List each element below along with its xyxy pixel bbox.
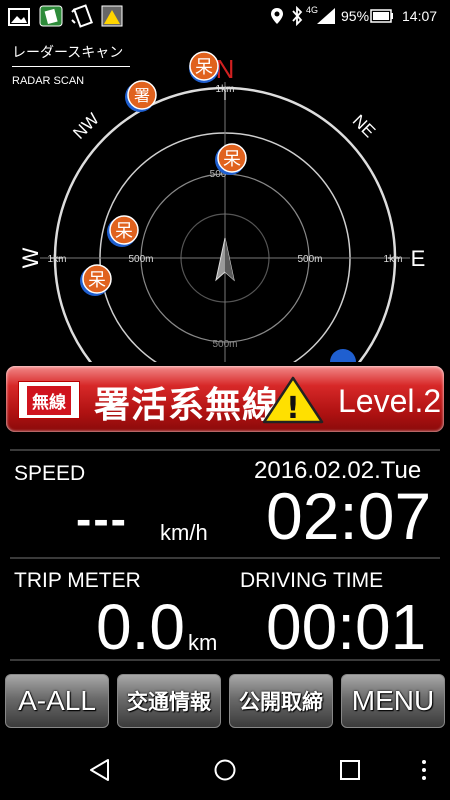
battery-percent: 95% <box>341 8 370 24</box>
alert-level: Level.2 <box>338 383 442 419</box>
driving-time-value: 00:01 <box>266 591 427 663</box>
radar-marker-center-north[interactable]: 呆 <box>215 143 247 175</box>
svg-text:呆: 呆 <box>223 149 241 170</box>
public-enforcement-button[interactable]: 公開取締 <box>229 674 333 728</box>
warning-icon: ! <box>262 376 324 424</box>
app-icon <box>39 5 63 27</box>
divider-middle <box>10 557 440 559</box>
radar-title-en: RADAR SCAN <box>12 75 85 87</box>
radar-title-underline <box>12 66 130 67</box>
svg-text:呆: 呆 <box>88 270 106 291</box>
screen-rotate-icon <box>71 4 93 28</box>
home-icon[interactable] <box>213 758 237 782</box>
a-all-button[interactable]: A-ALL <box>5 674 109 728</box>
radar-title: レーダースキャン RADAR SCAN <box>12 42 130 87</box>
speed-unit: km/h <box>160 520 208 545</box>
radio-badge-label: 無線 <box>27 385 71 415</box>
status-bar: 4G 95% 14:07 <box>0 0 450 32</box>
compass-w: W <box>18 247 43 268</box>
alert-title: 署活系無線 <box>94 385 280 426</box>
radar-title-jp: レーダースキャン <box>12 44 124 60</box>
svg-text:!: ! <box>286 391 300 424</box>
divider-top <box>10 449 440 451</box>
navigation-bar <box>0 740 450 800</box>
range-label-right-500m: 500m <box>297 254 322 265</box>
location-icon <box>271 8 283 24</box>
svg-text:呆: 呆 <box>195 57 213 78</box>
radar-marker-west-south[interactable]: 呆 <box>80 264 112 296</box>
divider-bottom <box>10 659 440 661</box>
compass-nw: NW <box>69 109 102 142</box>
trip-meter-value: 0.0 <box>96 591 185 663</box>
range-label-left-1km: 1km <box>48 254 67 265</box>
radar-marker-north[interactable]: 呆 <box>189 51 219 83</box>
range-label-left-500m: 500m <box>128 254 153 265</box>
trip-meter-unit: km <box>188 630 218 655</box>
compass-e: E <box>411 246 426 271</box>
traffic-info-button-label: 交通情報 <box>127 691 211 714</box>
svg-text:呆: 呆 <box>115 221 133 242</box>
clock-display: 02:07 <box>266 479 432 553</box>
radar-marker-south[interactable] <box>330 349 356 362</box>
menu-button[interactable]: MENU <box>341 674 445 728</box>
alert-banner[interactable]: 無線 署活系無線 ! Level.2 <box>6 366 444 432</box>
a-all-button-label: A-ALL <box>18 685 96 716</box>
notification-app-icon <box>101 5 123 27</box>
public-enforcement-button-label: 公開取締 <box>239 691 323 714</box>
range-label-bottom-500m: 500m <box>212 339 237 350</box>
more-options-icon[interactable] <box>420 758 428 782</box>
speed-value: --- <box>76 493 128 545</box>
compass-ne: NE <box>349 111 379 141</box>
recent-apps-icon[interactable] <box>339 759 361 781</box>
svg-text:署: 署 <box>134 86 150 105</box>
back-icon[interactable] <box>88 758 112 782</box>
speed-label: SPEED <box>14 462 86 485</box>
range-label-top-1km: 1km <box>216 84 235 95</box>
range-label-right-1km: 1km <box>384 254 403 265</box>
traffic-info-button[interactable]: 交通情報 <box>117 674 221 728</box>
radio-badge: 無線 <box>18 381 80 419</box>
battery-icon <box>370 9 393 23</box>
gallery-icon <box>8 8 30 26</box>
clock: 14:07 <box>402 8 438 24</box>
radar-marker-west[interactable]: 呆 <box>107 215 139 247</box>
bluetooth-icon <box>292 6 303 26</box>
signal-icon <box>317 8 335 24</box>
menu-button-label: MENU <box>351 685 435 716</box>
